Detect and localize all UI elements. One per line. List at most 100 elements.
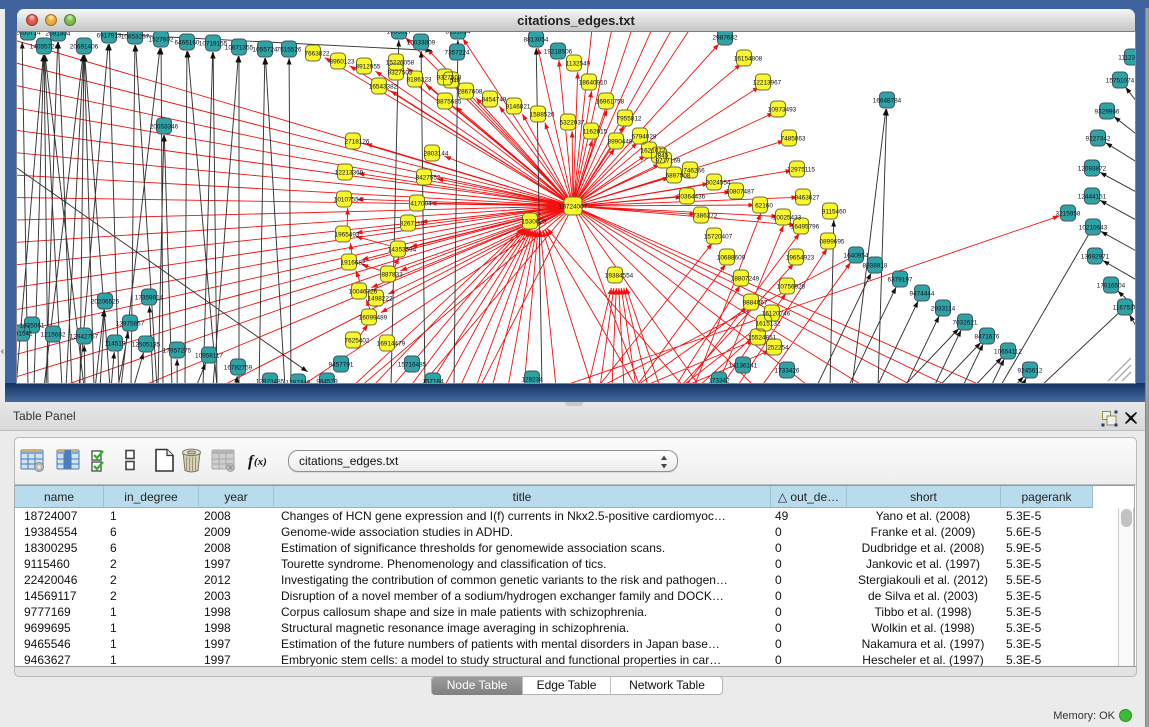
svg-text:12975115: 12975115: [787, 167, 815, 174]
svg-text:13975867: 13975867: [116, 321, 145, 328]
svg-text:2803144: 2803144: [424, 151, 449, 158]
svg-text:9457791: 9457791: [329, 362, 354, 369]
svg-text:9245612: 9245612: [1018, 368, 1043, 375]
svg-text:15226058: 15226058: [386, 60, 415, 67]
svg-text:10671355: 10671355: [225, 45, 254, 52]
svg-text:9327503: 9327503: [388, 70, 413, 77]
svg-text:7515526: 7515526: [277, 47, 302, 54]
svg-text:62160: 62160: [755, 203, 773, 210]
svg-text:173342: 173342: [708, 378, 730, 384]
svg-text:10719155: 10719155: [199, 41, 228, 48]
svg-text:7386372: 7386372: [693, 213, 718, 220]
svg-text:391541: 391541: [17, 331, 33, 338]
svg-text:15716485: 15716485: [398, 362, 427, 369]
svg-text:1215682: 1215682: [41, 332, 66, 339]
svg-text:129234: 129234: [521, 377, 543, 384]
svg-text:7955812: 7955812: [617, 116, 642, 123]
svg-text:17957275: 17957275: [163, 348, 192, 355]
svg-text:0899695: 0899695: [820, 239, 845, 246]
svg-text:10756928: 10756928: [777, 284, 806, 291]
svg-text:157164: 157164: [422, 379, 444, 384]
svg-text:16648784: 16648784: [873, 98, 902, 105]
svg-text:7663822: 7663822: [305, 51, 330, 58]
svg-text:10973493: 10973493: [768, 107, 797, 114]
svg-text:1916682: 1916682: [341, 260, 366, 267]
svg-text:6379197: 6379197: [888, 277, 913, 284]
svg-text:10807487: 10807487: [726, 189, 755, 196]
svg-text:12093872: 12093872: [1078, 166, 1107, 173]
svg-text:1162615: 1162615: [583, 129, 608, 136]
svg-text:3267110: 3267110: [400, 221, 425, 228]
svg-text:7625402: 7625402: [345, 338, 370, 345]
svg-text:1615132: 1615132: [756, 321, 781, 328]
svg-text:18724007: 18724007: [559, 204, 588, 211]
svg-text:5322037: 5322037: [560, 120, 585, 127]
svg-text:20053346: 20053346: [150, 124, 179, 131]
svg-text:6897508: 6897508: [666, 173, 691, 180]
svg-text:1733426: 1733426: [775, 368, 800, 375]
svg-text:2867608: 2867608: [458, 89, 483, 96]
svg-text:16495796: 16495796: [791, 224, 820, 231]
svg-text:12923485: 12923485: [256, 379, 285, 384]
svg-text:16099489: 16099489: [359, 315, 388, 322]
svg-text:9463627: 9463627: [795, 195, 820, 202]
svg-text:8813054: 8813054: [524, 37, 549, 44]
svg-text:10210643: 10210643: [1079, 225, 1108, 232]
svg-text:1640954: 1640954: [844, 253, 869, 260]
svg-text:16914479: 16914479: [377, 341, 406, 348]
svg-text:10025433: 10025433: [773, 215, 802, 222]
svg-text:10654112: 10654112: [994, 349, 1022, 356]
svg-text:17359914: 17359914: [135, 295, 164, 302]
svg-text:6794028: 6794028: [632, 134, 657, 141]
svg-text:12444151: 12444151: [1078, 194, 1107, 201]
svg-text:8471676: 8471676: [975, 334, 1000, 341]
svg-text:15751074: 15751074: [1106, 78, 1135, 85]
svg-text:252254: 252254: [767, 345, 789, 352]
svg-text:8912955: 8912955: [356, 64, 381, 71]
svg-text:10653267: 10653267: [121, 34, 150, 41]
svg-text:16154808: 16154808: [734, 56, 763, 63]
svg-text:19384554: 19384554: [605, 273, 634, 280]
svg-text:7485063: 7485063: [781, 136, 806, 143]
svg-text:1132549: 1132549: [566, 61, 591, 68]
svg-text:1965493: 1965493: [335, 232, 360, 239]
svg-text:2055714: 2055714: [17, 32, 41, 37]
svg-text:20206526: 20206526: [91, 299, 120, 306]
svg-text:8186323: 8186323: [407, 77, 432, 84]
svg-text:546: 546: [450, 78, 461, 85]
svg-text:16120746: 16120746: [762, 311, 791, 318]
svg-text:114519: 114519: [105, 341, 126, 348]
svg-text:6466160: 6466160: [175, 40, 200, 47]
svg-text:887833: 887833: [381, 272, 403, 279]
svg-text:1530025: 1530025: [522, 219, 547, 226]
svg-text:2091404: 2091404: [46, 32, 71, 38]
svg-text:16543382: 16543382: [369, 84, 398, 91]
svg-text:9884067: 9884067: [743, 300, 768, 307]
svg-text:9777169: 9777169: [656, 158, 681, 165]
svg-text:10107554: 10107554: [334, 197, 363, 204]
svg-text:19218506: 19218506: [544, 49, 573, 56]
svg-text:984579: 984579: [316, 379, 338, 384]
svg-text:11123079: 11123079: [1118, 55, 1135, 62]
svg-text:417004: 417004: [410, 201, 432, 208]
svg-text:14353594: 14353594: [388, 247, 417, 254]
svg-text:14136141: 14136141: [729, 363, 758, 370]
svg-text:9146821: 9146821: [506, 104, 531, 111]
svg-text:3024554: 3024554: [706, 180, 731, 187]
svg-text:18640910: 18640910: [579, 80, 608, 87]
svg-text:10958117: 10958117: [195, 353, 223, 360]
svg-text:1055724: 1055724: [253, 47, 278, 54]
svg-text:13692971: 13692971: [1081, 254, 1110, 261]
svg-text:1527602: 1527602: [149, 37, 174, 44]
svg-text:(x): (x): [254, 456, 267, 468]
svg-text:16961758: 16961758: [596, 99, 625, 106]
svg-text:9329966: 9329966: [1095, 109, 1120, 116]
svg-text:8960123: 8960123: [330, 59, 355, 66]
svg-text:12942757: 12942757: [70, 334, 99, 341]
svg-text:9474444: 9474444: [910, 291, 935, 298]
svg-text:19654923: 19654923: [786, 255, 815, 262]
svg-text:12213369: 12213369: [335, 170, 364, 177]
svg-text:8454749: 8454749: [482, 97, 507, 104]
svg-text:1498222: 1498222: [368, 296, 393, 303]
svg-text:14055724: 14055724: [30, 44, 59, 51]
